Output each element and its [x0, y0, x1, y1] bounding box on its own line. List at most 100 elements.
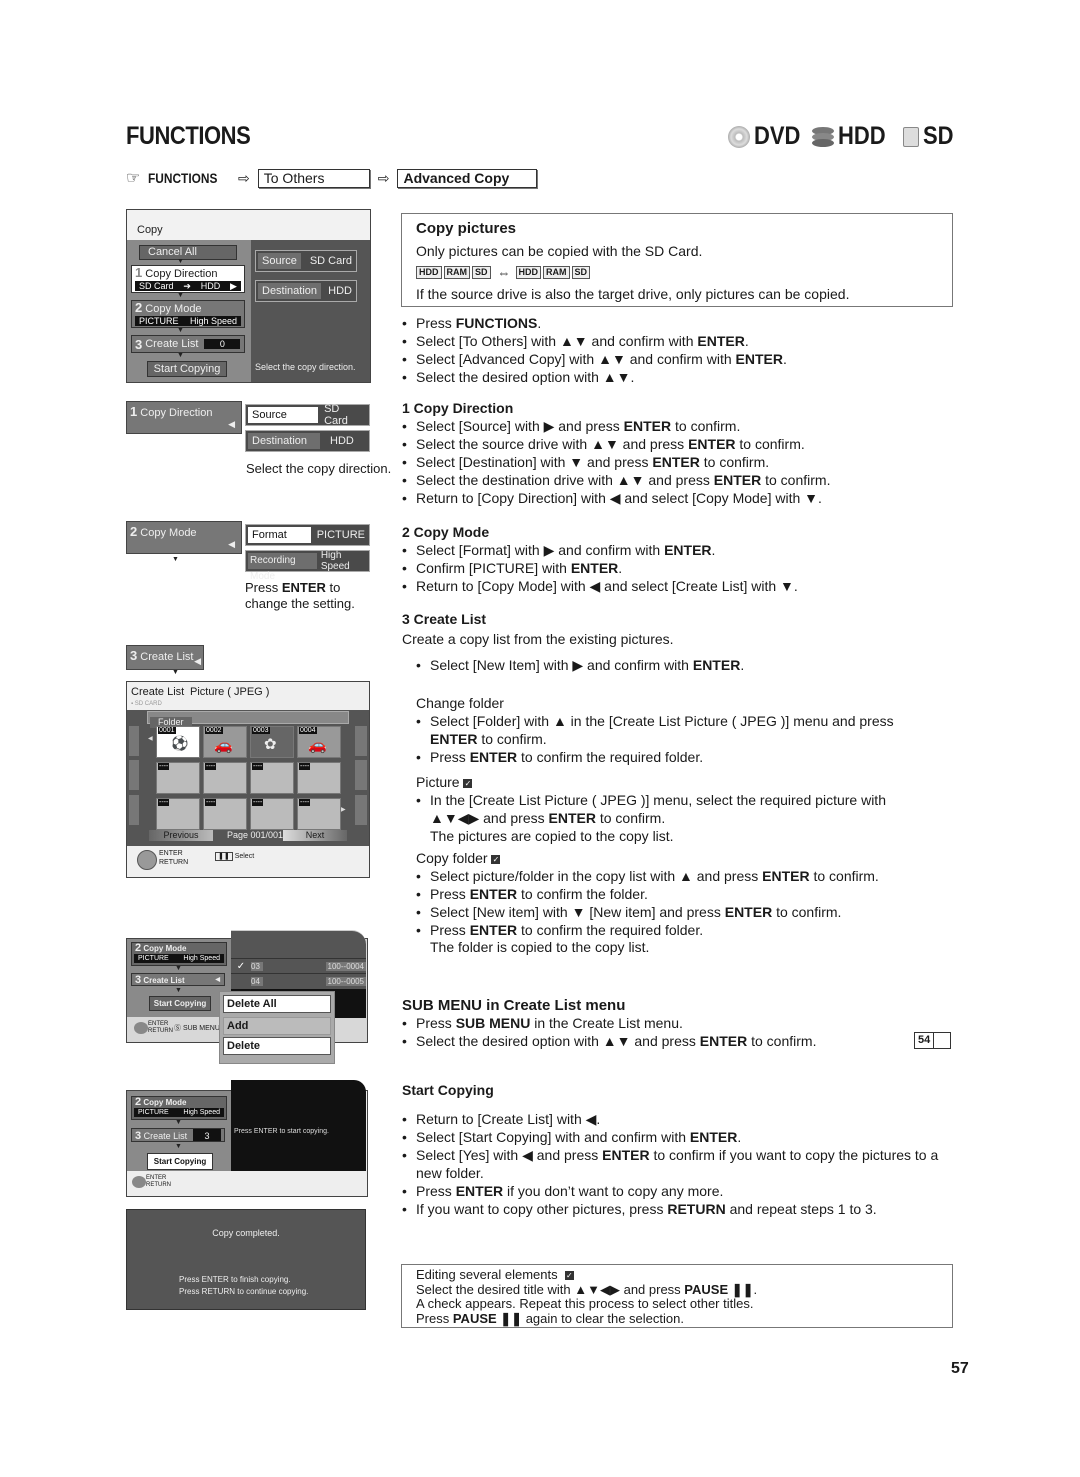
thumbnail[interactable]: 0002 🚗	[203, 726, 247, 758]
create-list-item[interactable]: 3 Create List 0	[131, 335, 245, 353]
list-item: In the [Create List Picture ( JPEG )] me…	[416, 791, 916, 827]
list-item: Select [Format] with ▶ and confirm with …	[402, 541, 942, 559]
list-item: Select [Folder] with ▲ in the [Create Li…	[416, 712, 936, 748]
start-copying-button[interactable]: Start Copying	[147, 361, 227, 377]
right-arrow-icon[interactable]: ▶	[341, 806, 346, 813]
copy-direction-tile[interactable]: 1 Copy Direction ◀	[126, 401, 242, 434]
breadcrumb-to-others: To Others	[257, 168, 370, 188]
menu-column: 2 Copy Mode PICTURE High Speed ▼ 3 Create…	[127, 1091, 231, 1171]
checkbox-icon: ✓	[491, 854, 501, 864]
list-item: Return to [Create List] with ◀.	[402, 1110, 952, 1128]
sub-menu-label: SUB MENU	[182, 1025, 220, 1032]
side-block	[355, 760, 367, 790]
hint-pre: Press	[245, 580, 282, 595]
source-setting[interactable]: Source SD Card	[245, 403, 370, 427]
thumb-number: ----	[158, 763, 170, 770]
page-reference[interactable]: 54	[914, 1032, 952, 1049]
pause-icon: ❚❚	[215, 852, 233, 861]
direction-to: HDD	[200, 281, 221, 291]
return-label: RETURN	[146, 1182, 171, 1188]
arrow-right-icon: ⇨	[238, 169, 250, 186]
list-item: Press ENTER to confirm the required fold…	[416, 748, 936, 766]
thumbnail-empty[interactable]: ----	[156, 762, 200, 794]
media-label: DVD	[754, 122, 801, 150]
thumbnail-empty[interactable]: ----	[203, 798, 247, 830]
sub-menu-delete-all[interactable]: Delete All	[223, 995, 331, 1013]
sub-menu-steps: Press SUB MENU in the Create List menu. …	[402, 1014, 942, 1050]
copy-mode-value: PICTURE High Speed	[134, 954, 224, 963]
row-number: 03	[251, 961, 263, 971]
thumb-number: ----	[205, 763, 217, 770]
down-arrow-icon: ▼	[175, 987, 182, 994]
menu-column: Cancel All ▼ 1 Copy Direction SD Card ➔ …	[127, 240, 251, 382]
copy-mode-tile[interactable]: 2 Copy Mode ◀	[126, 521, 242, 554]
editing-note: Editing several elements ✓ Select the de…	[416, 1267, 758, 1326]
completion-message: Copy completed.	[212, 1228, 280, 1238]
sub-menu-add[interactable]: Add	[223, 1017, 331, 1035]
format-setting[interactable]: Format PICTURE	[245, 524, 370, 546]
step-label: Create List	[145, 338, 199, 350]
source-key: Source	[248, 407, 319, 423]
note-line: A check appears. Repeat this process to …	[416, 1296, 754, 1311]
hint-text: Press ENTER to change the setting.	[245, 580, 385, 612]
list-item: Select picture/folder in the copy list w…	[416, 867, 946, 885]
create-list-tile[interactable]: 3 Create List ◀	[126, 645, 204, 670]
copy-mode-value: PICTURE High Speed	[135, 316, 241, 326]
thumbnail-empty[interactable]: ----	[203, 762, 247, 794]
copy-mode-item[interactable]: 2 Copy Mode PICTURE High Speed	[131, 942, 227, 966]
media-dvd: DVD	[728, 122, 807, 151]
destination-setting[interactable]: Destination HDD	[255, 280, 357, 302]
previous-button[interactable]: Previous	[149, 830, 213, 841]
copy-menu-screen: Copy Cancel All ▼ 1 Copy Direction SD Ca…	[126, 209, 371, 383]
list-item: Press ENTER if you don’t want to copy an…	[402, 1182, 952, 1200]
format-value: PICTURE	[138, 1109, 169, 1116]
return-label: RETURN	[148, 1028, 173, 1034]
list-item: Select [Start Copying] with and confirm …	[402, 1128, 952, 1146]
left-arrow-icon[interactable]: ◀	[148, 735, 153, 742]
step-number: 3	[135, 974, 142, 986]
down-arrow-icon: ▼	[177, 292, 184, 299]
arrow-right-icon: ⇨	[377, 169, 390, 186]
copy-mode-item[interactable]: 2 Copy Mode PICTURE High Speed	[131, 1096, 227, 1120]
thumbnail-empty[interactable]: ----	[297, 798, 341, 830]
start-copying-button[interactable]: Start Copying	[147, 1153, 213, 1170]
cancel-all-button[interactable]: Cancel All	[139, 245, 237, 260]
step-label: Create List	[143, 976, 185, 985]
section-title: 3 Create List	[402, 611, 487, 627]
step-number: 3	[135, 336, 143, 352]
source-setting[interactable]: Source SD Card	[255, 250, 357, 272]
copy-direction-item[interactable]: 1 Copy Direction SD Card ➔ HDD ▶	[131, 265, 245, 293]
thumbnail-empty[interactable]: ----	[250, 798, 294, 830]
thumbnail[interactable]: 0001 ⚽	[156, 726, 200, 758]
list-item: Select the source drive with ▲▼ and pres…	[402, 435, 942, 453]
create-list-item[interactable]: 3 Create List 3	[131, 1128, 225, 1142]
picture-steps: In the [Create List Picture ( JPEG )] me…	[416, 791, 916, 827]
step-label: Copy Direction	[140, 407, 213, 419]
destination-setting[interactable]: Destination HDD	[245, 430, 370, 452]
start-copying-button[interactable]: Start Copying	[149, 996, 211, 1011]
thumbnail-empty[interactable]: ----	[156, 798, 200, 830]
next-button[interactable]: Next	[283, 830, 347, 841]
copy-folder-steps: Select picture/folder in the copy list w…	[416, 867, 946, 939]
section1-steps: Select [Source] with ▶ and press ENTER t…	[402, 417, 942, 507]
create-list-item[interactable]: 3 Create List ◀	[131, 973, 225, 986]
thumbnail-empty[interactable]: ----	[250, 762, 294, 794]
source-name: SD CARD	[134, 701, 162, 707]
thumbnail[interactable]: 0004 🚗	[297, 726, 341, 758]
recording-mode-setting[interactable]: Recording Mode High Speed	[245, 550, 370, 582]
thumbnail-empty[interactable]: ----	[297, 762, 341, 794]
dvd-disc-icon	[728, 125, 750, 148]
picture-note: The pictures are copied to the copy list…	[430, 828, 674, 844]
thumbnail[interactable]: 0003 ✿	[250, 726, 294, 758]
direction-from: SD Card	[139, 281, 174, 291]
step-number: 2	[135, 1096, 142, 1108]
copy-list-row[interactable]: ✓ 03 100--0004	[231, 958, 366, 973]
source-label: ▪ SD CARD	[131, 701, 162, 707]
copy-list-row[interactable]: 04 100--0005	[231, 973, 366, 988]
copy-mode-item[interactable]: 2 Copy Mode PICTURE High Speed	[131, 300, 245, 328]
soccer-picture-icon: ⚽	[171, 735, 189, 751]
sub-menu-delete[interactable]: Delete	[223, 1037, 331, 1055]
create-list-count: 3	[193, 1129, 221, 1141]
page-number: 57	[951, 1360, 969, 1377]
speed-value: High Speed	[183, 955, 220, 962]
